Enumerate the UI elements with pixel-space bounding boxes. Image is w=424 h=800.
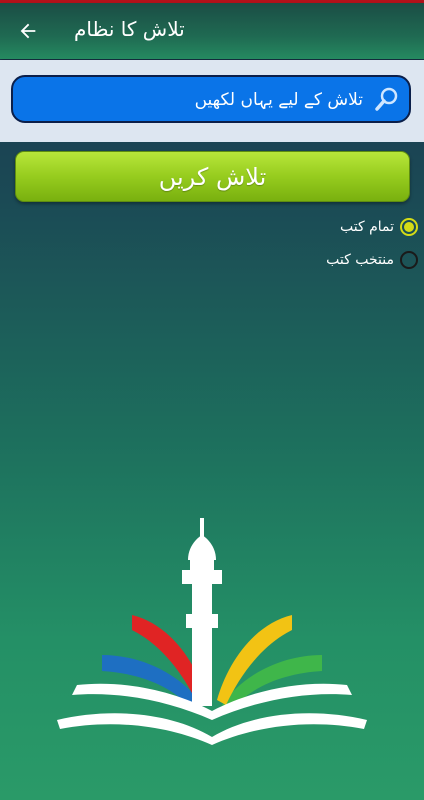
search-input[interactable]	[27, 77, 365, 123]
search-box[interactable]	[11, 75, 411, 123]
search-panel	[0, 60, 424, 142]
page-title: تلاش کا نظام	[74, 17, 185, 41]
radio-button-unchecked[interactable]	[400, 251, 418, 269]
radio-label: منتخب کتب	[326, 252, 394, 268]
radio-selected-books[interactable]: منتخب کتب	[326, 247, 418, 273]
radio-label: تمام کتب	[339, 219, 394, 235]
search-icon[interactable]	[373, 85, 401, 113]
radio-button-checked[interactable]	[400, 218, 418, 236]
minaret-open-book-logo	[57, 518, 367, 745]
radio-dot	[404, 222, 414, 232]
search-button[interactable]: تلاش کریں	[15, 151, 410, 202]
app-bar: تلاش کا نظام	[0, 3, 424, 59]
radio-all-books[interactable]: تمام کتب	[340, 214, 418, 240]
back-button[interactable]	[10, 13, 46, 49]
arrow-left-icon	[20, 23, 36, 39]
